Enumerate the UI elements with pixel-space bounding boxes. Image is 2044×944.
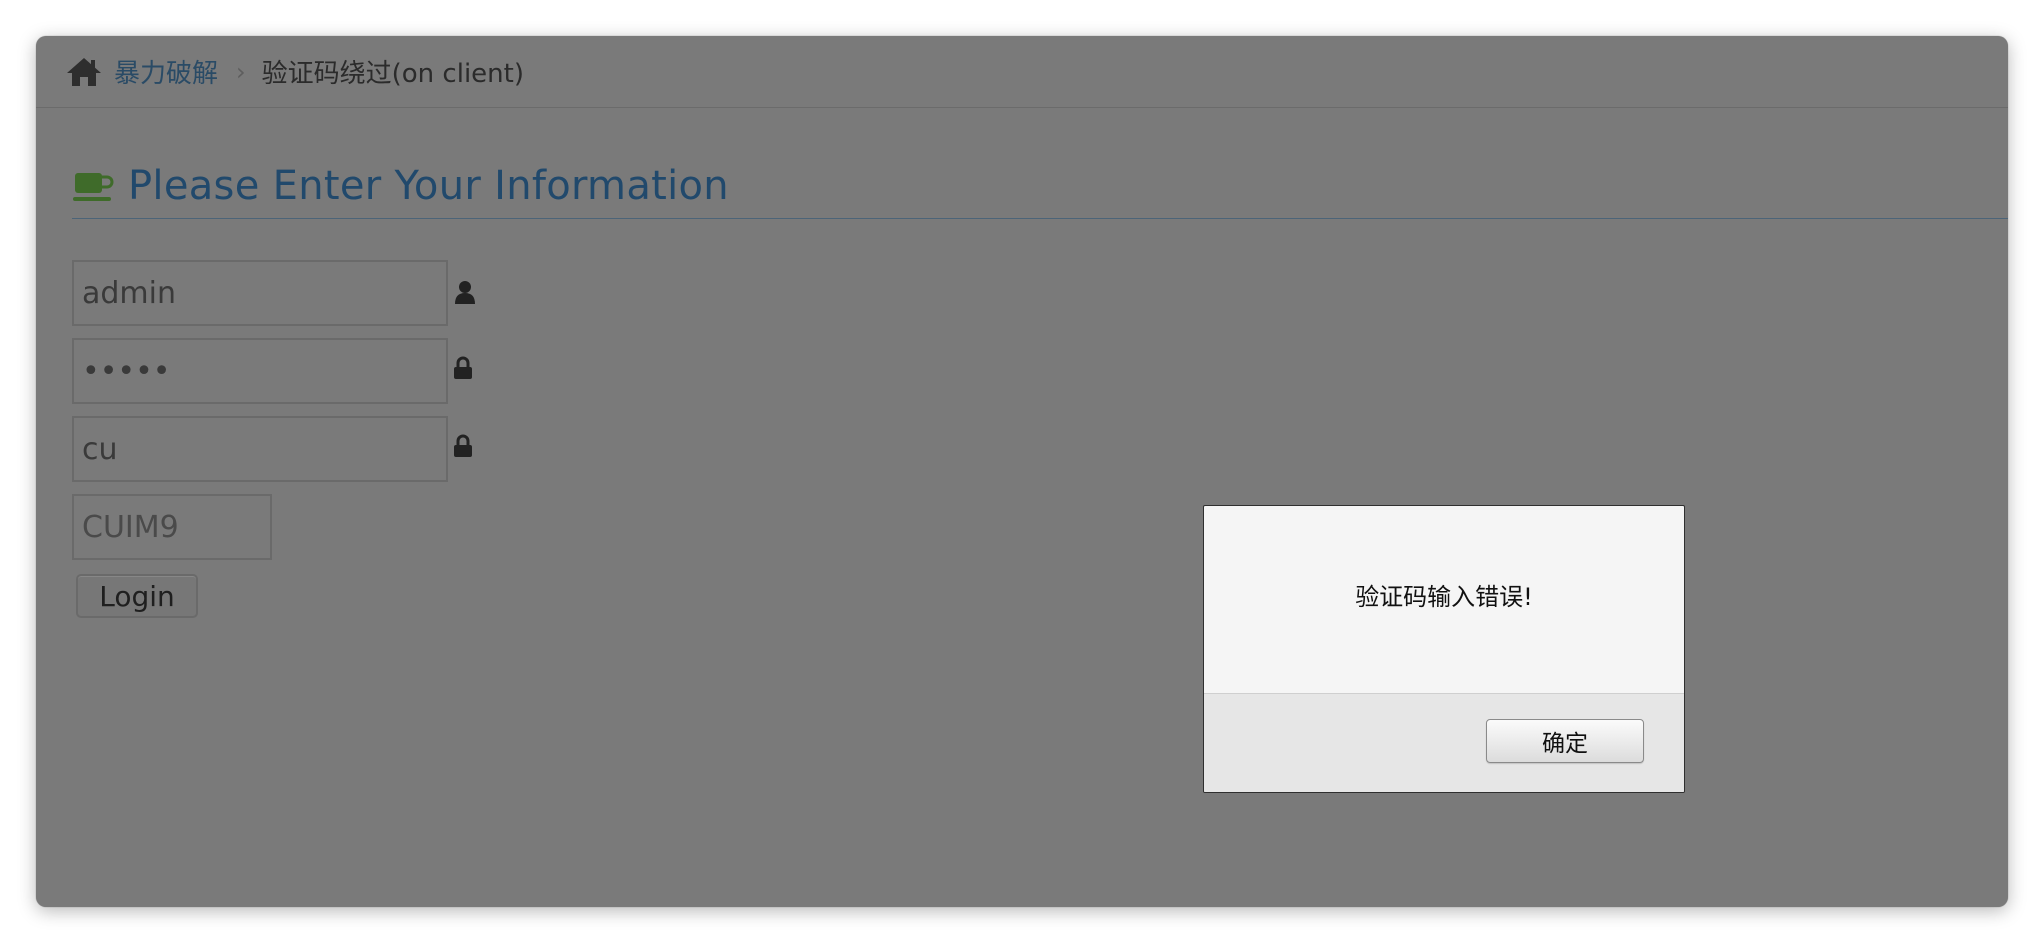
home-icon[interactable]: [66, 56, 102, 88]
breadcrumb-separator: ›: [236, 57, 246, 86]
breadcrumb-parent-link[interactable]: 暴力破解: [114, 53, 218, 90]
coffee-cup-icon: [73, 173, 114, 201]
page-title: Please Enter Your Information: [128, 163, 729, 209]
alert-footer: 确定: [1204, 693, 1684, 792]
user-icon: [455, 281, 475, 304]
captcha-lock-icon: [454, 434, 472, 457]
password-input[interactable]: [72, 338, 448, 404]
breadcrumb-current: 验证码绕过(on client): [261, 59, 524, 89]
alert-dialog: 验证码输入错误! 确定: [1203, 505, 1685, 793]
login-button[interactable]: Login: [76, 574, 198, 618]
page-heading: Please Enter Your Information: [72, 163, 2008, 219]
lock-icon: [454, 356, 472, 379]
alert-message: 验证码输入错误!: [1355, 583, 1533, 611]
alert-ok-button[interactable]: 确定: [1486, 719, 1644, 763]
captcha-code-display: [72, 494, 272, 560]
username-input[interactable]: [72, 260, 448, 326]
captcha-input[interactable]: [72, 416, 448, 482]
breadcrumb: 暴力破解 › 验证码绕过(on client): [36, 36, 2008, 108]
app-window: 暴力破解 › 验证码绕过(on client) Please Enter You…: [36, 36, 2008, 907]
